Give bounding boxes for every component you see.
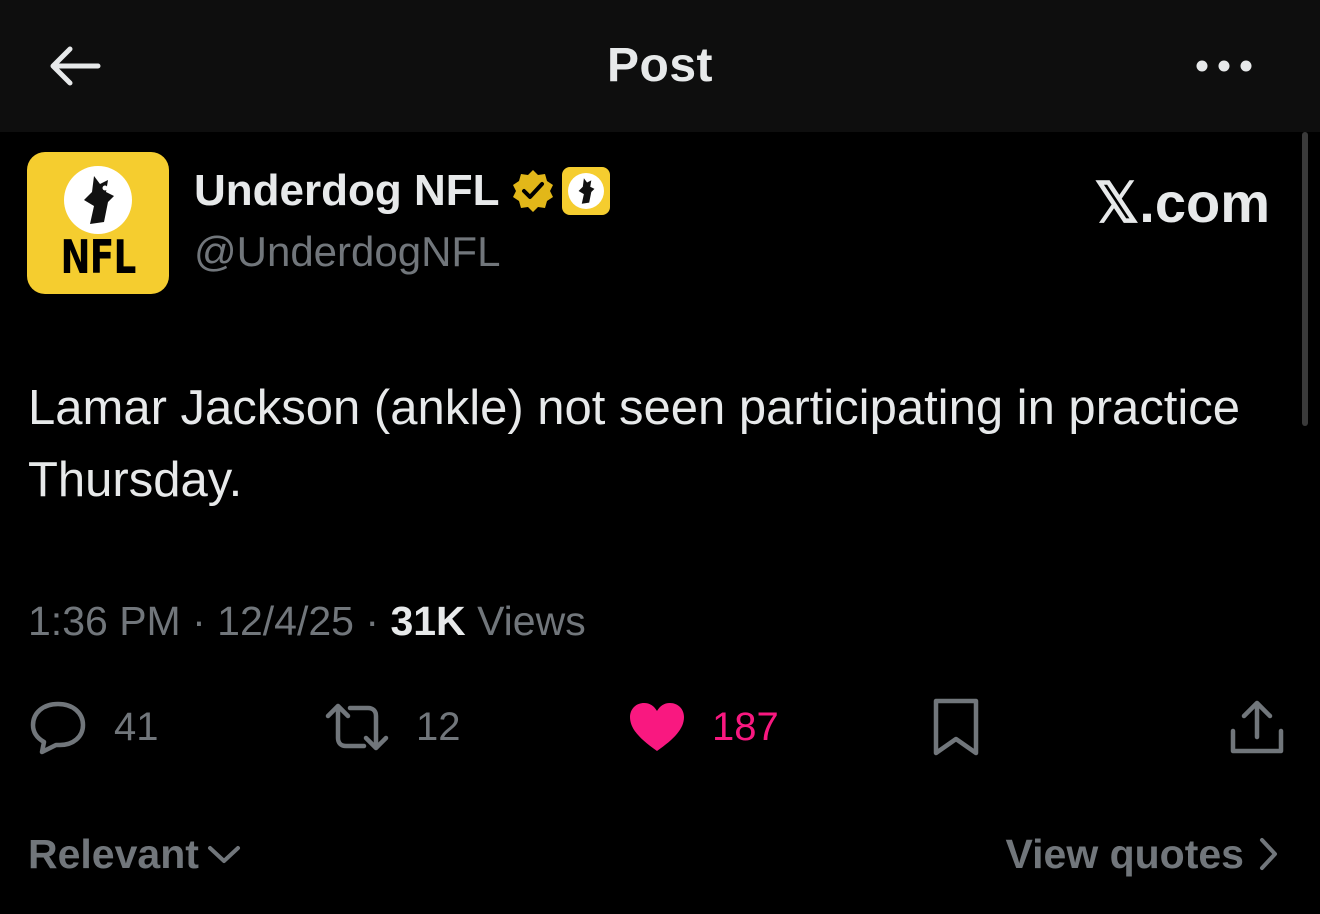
post-text: Lamar Jackson (ankle) not seen participa… <box>28 381 1241 507</box>
bookmark-icon <box>933 698 979 756</box>
views-count[interactable]: 31K <box>390 598 465 644</box>
reply-count: 41 <box>114 704 159 749</box>
sort-label: Relevant <box>28 830 199 877</box>
author-name[interactable]: Underdog NFL <box>194 166 610 216</box>
underdog-logo-icon <box>84 176 114 224</box>
author-handle[interactable]: @UnderdogNFL <box>194 228 500 276</box>
affiliate-badge[interactable] <box>561 167 610 215</box>
post-time[interactable]: 1:36 PM <box>28 598 181 644</box>
share-button[interactable] <box>1228 694 1286 760</box>
repost-count: 12 <box>416 704 461 749</box>
chevron-right-icon <box>1260 838 1277 870</box>
avatar[interactable]: NFL <box>27 152 169 294</box>
post-detail-screen: Post NFL Underdog NFL @UnderdogNFL 𝕏.com… <box>0 0 1320 914</box>
top-bar: Post <box>0 0 1320 132</box>
meta-separator: · <box>192 598 206 644</box>
scrollbar[interactable] <box>1302 132 1308 426</box>
view-quotes-label: View quotes <box>1005 830 1244 877</box>
underdog-logo-icon <box>578 178 594 204</box>
author-name-text: Underdog NFL <box>194 166 500 215</box>
page-title: Post <box>606 39 713 92</box>
more-horizontal-icon <box>1196 60 1252 72</box>
view-quotes-link[interactable]: View quotes <box>1006 826 1282 882</box>
views-label: Views <box>477 598 586 644</box>
heart-icon <box>630 703 684 751</box>
like-button[interactable]: 187 <box>628 694 779 760</box>
like-count: 187 <box>712 704 779 749</box>
post-date[interactable]: 12/4/25 <box>217 598 354 644</box>
more-options-button[interactable] <box>1186 40 1262 92</box>
avatar-text: NFL <box>60 230 136 284</box>
repost-button[interactable]: 12 <box>324 694 461 760</box>
reply-icon <box>30 701 86 755</box>
replies-sort-dropdown[interactable]: Relevant <box>28 826 243 882</box>
bookmark-button[interactable] <box>930 694 982 760</box>
reply-button[interactable]: 41 <box>28 694 159 760</box>
meta-separator: · <box>365 598 380 644</box>
source-watermark: 𝕏.com <box>1094 171 1270 234</box>
chevron-down-icon <box>207 846 240 863</box>
post-meta: 1:36 PM · 12/4/25 · 31K Views <box>28 598 586 645</box>
share-icon <box>1230 700 1284 754</box>
repost-icon <box>325 703 389 751</box>
verified-badge-icon <box>512 170 553 212</box>
